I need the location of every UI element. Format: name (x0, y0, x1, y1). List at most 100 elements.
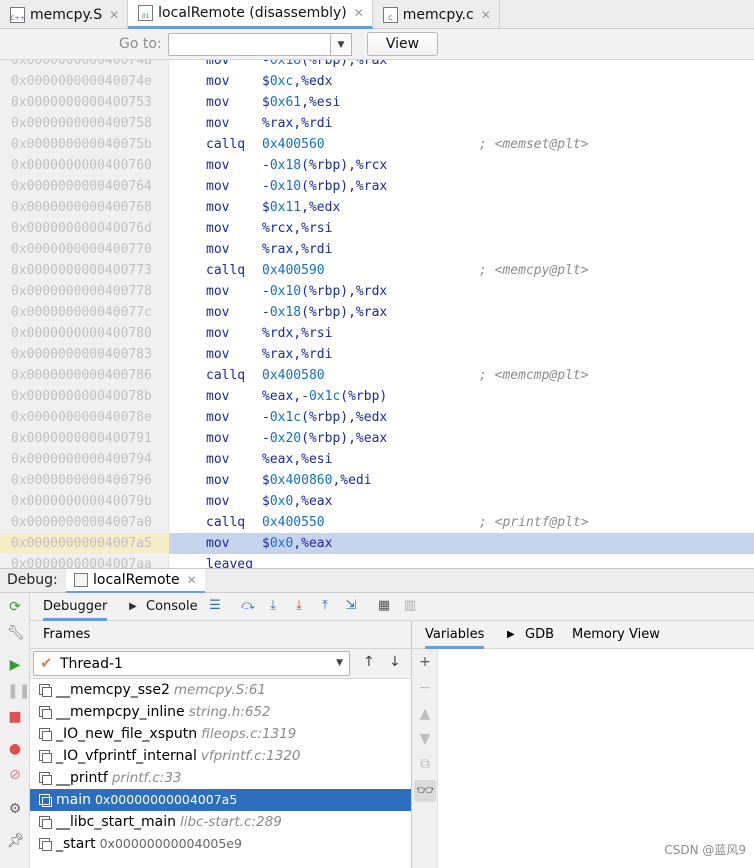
instruction-mnemonic: mov (206, 410, 230, 425)
tab-memcpy-s[interactable]: C++ memcpy.S ✕ (0, 0, 129, 29)
disassembly-line[interactable]: 0x000000000040074a mov -0x18(%rbp),%rax (0, 60, 754, 71)
glasses-icon[interactable]: 👓︎ (414, 780, 436, 802)
run-to-cursor-icon[interactable]: ⇲ (343, 598, 359, 614)
stack-frame[interactable]: main 0x00000000004007a5 (30, 789, 411, 811)
debug-session-tab[interactable]: localRemote ✕ (66, 569, 205, 594)
stack-frame-icon (39, 750, 52, 763)
disassembly-editor[interactable]: 0x000000000040074a mov -0x18(%rbp),%rax 0x0… (0, 60, 754, 568)
move-down-icon[interactable]: ▼ (417, 731, 433, 747)
frame-function-name: __printf (56, 770, 108, 786)
chevron-down-icon[interactable]: ▼ (330, 33, 352, 56)
layout-icon[interactable]: ▥ (402, 598, 418, 614)
disassembly-line[interactable]: 0x0000000000400791 mov -0x20(%rbp),%eax (0, 428, 754, 449)
view-button[interactable]: View (367, 32, 438, 56)
disassembly-line[interactable]: 0x000000000040075b callq 0x400560 ; <memset… (0, 134, 754, 155)
disassembly-line[interactable]: 0x000000000040074e mov $0xc,%edx (0, 71, 754, 92)
disassembly-line[interactable]: 0x000000000040078e mov -0x1c(%rbp),%edx (0, 407, 754, 428)
disassembly-line[interactable]: 0x000000000040076d mov %rcx,%rsi (0, 218, 754, 239)
force-step-into-icon[interactable]: ⤓ (291, 598, 307, 614)
disassembly-line[interactable]: 0x000000000040078b mov %eax,-0x1c(%rbp) (0, 386, 754, 407)
instruction-mnemonic: mov (206, 284, 230, 299)
tab-variables[interactable]: Variables (425, 627, 485, 649)
instruction-operands: %rdx,%rsi (262, 326, 333, 341)
settings-gear-icon[interactable]: ⚙ (7, 801, 23, 817)
frame-location: memcpy.S:61 (173, 682, 267, 698)
disassembly-line[interactable]: 0x0000000000400770 mov %rax,%rdi (0, 239, 754, 260)
variables-panel[interactable] (438, 649, 754, 868)
disassembly-line[interactable]: 0x0000000000400794 mov %eax,%esi (0, 449, 754, 470)
stack-frame[interactable]: _IO_vfprintf_internal vfprintf.c:1320 (30, 745, 411, 767)
instruction-mnemonic: callq (206, 368, 246, 383)
evaluate-expression-icon[interactable]: ▦ (376, 598, 392, 614)
disassembly-line[interactable]: 0x0000000000400780 mov %rdx,%rsi (0, 323, 754, 344)
instruction-mnemonic: callq (206, 515, 246, 530)
disassembly-line[interactable]: 0x0000000000400764 mov -0x10(%rbp),%rax (0, 176, 754, 197)
step-out-icon[interactable]: ⤒ (317, 598, 333, 614)
arrow-down-icon[interactable]: ↓ (389, 654, 401, 670)
view-breakpoints-icon[interactable]: ● (7, 741, 23, 757)
tab-memcpy-c[interactable]: C memcpy.c ✕ (373, 0, 500, 29)
disassembly-line[interactable]: 0x00000000004007aa leaveq (0, 554, 754, 568)
resume-icon[interactable]: ▶ (7, 657, 23, 673)
tab-localremote-disassembly[interactable]: 01 localRemote (disassembly) ✕ (128, 0, 373, 29)
disassembly-line[interactable]: 0x0000000000400768 mov $0x11,%edx (0, 197, 754, 218)
instruction-address: 0x0000000000400768 (11, 200, 152, 215)
disassembly-line[interactable]: 0x0000000000400778 mov -0x10(%rbp),%rdx (0, 281, 754, 302)
stack-frame[interactable]: _start 0x00000000004005e9 (30, 833, 411, 855)
step-over-icon[interactable]: ⤼ (240, 598, 256, 614)
rerun-icon[interactable]: ⟳ (7, 599, 23, 615)
mute-breakpoints-icon[interactable]: ⊘ (7, 767, 23, 783)
remove-watch-icon[interactable]: − (417, 680, 433, 696)
wrench-icon[interactable]: 🔧︎ (7, 625, 25, 641)
instruction-address: 0x000000000040078e (11, 410, 152, 425)
instruction-address: 0x0000000000400791 (11, 431, 152, 446)
tab-memory-view[interactable]: Memory View (572, 627, 660, 642)
instruction-address: 0x0000000000400783 (11, 347, 152, 362)
show-execution-point-icon[interactable]: ☰ (207, 598, 223, 614)
disassembly-line[interactable]: 0x00000000004007a0 callq 0x400550 ; <printf… (0, 512, 754, 533)
tab-console[interactable]: Console (146, 599, 198, 614)
frame-address: 0x00000000004007a5 (94, 792, 238, 807)
session-icon (74, 573, 88, 587)
close-icon[interactable]: ✕ (109, 8, 119, 22)
stack-frame[interactable]: __libc_start_main libc-start.c:289 (30, 811, 411, 833)
disassembly-line[interactable]: 0x0000000000400760 mov -0x18(%rbp),%rcx (0, 155, 754, 176)
symbol-comment: ; <memset@plt> (479, 137, 589, 152)
instruction-address: 0x00000000004007aa (11, 557, 152, 568)
thread-select[interactable]: ✔ Thread-1 ▼ (33, 651, 350, 676)
stack-frame[interactable]: __printf printf.c:33 (30, 767, 411, 789)
tab-debugger[interactable]: Debugger (43, 599, 108, 621)
pause-icon[interactable]: ❚❚ (7, 683, 30, 699)
stop-icon[interactable]: ■ (7, 709, 23, 725)
stack-frame[interactable]: __mempcpy_inline string.h:652 (30, 701, 411, 723)
copy-icon[interactable]: ⧉ (417, 756, 433, 772)
move-up-icon[interactable]: ▲ (417, 706, 433, 722)
frames-list: __memcpy_sse2 memcpy.S:61 __mempcpy_inline… (30, 679, 412, 868)
debug-label: Debug: (7, 572, 58, 588)
stack-frame[interactable]: _IO_new_file_xsputn fileops.c:1319 (30, 723, 411, 745)
disassembly-line[interactable]: 0x0000000000400783 mov %rax,%rdi (0, 344, 754, 365)
current-instruction-line[interactable]: 0x00000000004007a5 mov $0x0,%eax (0, 533, 754, 554)
close-icon[interactable]: ✕ (481, 8, 491, 22)
disassembly-line[interactable]: 0x000000000040079b mov $0x0,%eax (0, 491, 754, 512)
stack-frame[interactable]: __memcpy_sse2 memcpy.S:61 (30, 679, 411, 701)
close-icon[interactable]: ✕ (187, 573, 197, 587)
step-into-icon[interactable]: ⤓ (265, 598, 281, 614)
disassembly-line[interactable]: 0x0000000000400753 mov $0x61,%esi (0, 92, 754, 113)
arrow-up-icon[interactable]: ↑ (363, 654, 375, 670)
instruction-operands: $0x0,%eax (262, 536, 333, 551)
pin-icon[interactable]: 📌︎ (7, 833, 25, 849)
disassembly-line[interactable]: 0x000000000040077c mov -0x18(%rbp),%rax (0, 302, 754, 323)
close-icon[interactable]: ✕ (354, 6, 364, 20)
tab-gdb[interactable]: GDB (525, 627, 554, 642)
instruction-operands: 0x400590 (262, 263, 325, 278)
goto-address-input[interactable] (168, 33, 331, 56)
stack-frame-icon (39, 684, 52, 697)
disassembly-line[interactable]: 0x0000000000400796 mov $0x400860,%edi (0, 470, 754, 491)
add-watch-icon[interactable]: + (417, 654, 433, 670)
disassembly-line[interactable]: 0x0000000000400758 mov %rax,%rdi (0, 113, 754, 134)
disassembly-line[interactable]: 0x0000000000400786 callq 0x400580 ; <memcmp… (0, 365, 754, 386)
disassembly-line[interactable]: 0x0000000000400773 callq 0x400590 ; <memcpy… (0, 260, 754, 281)
stack-frame-icon (39, 816, 52, 829)
asm-file-icon: C++ (10, 6, 25, 23)
